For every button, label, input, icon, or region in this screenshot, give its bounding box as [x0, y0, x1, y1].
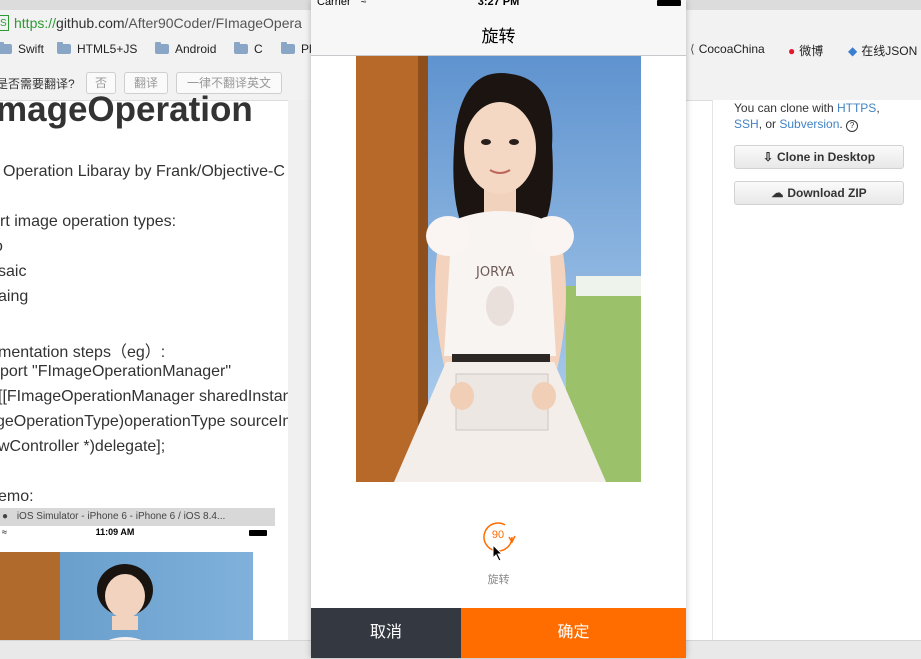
nav-title: 旋转 — [481, 27, 516, 46]
ios-navigation-bar: 旋转 — [311, 12, 686, 56]
url-host: github.com — [56, 15, 125, 31]
cloud-download-icon: ☁ — [771, 186, 784, 200]
readme-line: o — [0, 238, 3, 256]
readme-line: emo: — [0, 488, 34, 505]
url-text[interactable]: https://github.com/After90Coder/FImageOp… — [14, 15, 302, 31]
battery-icon — [657, 0, 681, 6]
folder-icon — [0, 42, 12, 54]
folder-icon — [234, 42, 248, 54]
girl-portrait-illustration: JORYA — [356, 56, 641, 482]
folder-icon — [155, 42, 169, 54]
cocoachina-icon: ⟨ — [690, 42, 695, 56]
clone-in-desktop-button[interactable]: ⇩ Clone in Desktop — [734, 145, 904, 169]
ios-simulator-screen: Carrier ≈ 3:27 PM 旋转 JORYA 90 旋转 取消 确定 — [311, 0, 686, 658]
status-time: 3:27 PM — [477, 0, 520, 8]
cancel-button[interactable]: 取消 — [311, 608, 461, 658]
mini-girl-illustration — [88, 564, 162, 652]
bookmark-weibo[interactable]: ● 微博 — [788, 42, 823, 59]
rotate-angle-value: 90 — [491, 529, 505, 541]
bookmark-swift[interactable]: Swift — [0, 42, 44, 56]
edited-photo: JORYA — [356, 56, 641, 482]
rotate-label: 旋转 — [487, 574, 510, 586]
mini-sim-status-bar: ≈ 11:09 AM — [0, 526, 275, 540]
subversion-link[interactable]: Subversion — [779, 117, 839, 131]
clone-url-hint: You can clone with HTTPS, SSH, or Subvers… — [734, 101, 880, 132]
readme-line: rt image operation types: — [0, 213, 177, 230]
url-path: /After90Coder/FImageOpera — [124, 15, 302, 31]
readme-title: mageOperation — [0, 90, 253, 129]
readme-demo-screenshot: ● iOS Simulator - iPhone 6 - iPhone 6 / … — [0, 508, 275, 658]
bookmark-pl[interactable]: Pl — [281, 42, 312, 56]
secure-lock-icon: S — [0, 15, 9, 31]
bookmark-c[interactable]: C — [234, 42, 263, 56]
bookmark-html5[interactable]: HTML5+JS — [57, 42, 137, 56]
readme-line: geOperationType)operationType sourceImag — [0, 413, 314, 430]
readme-line: port "FImageOperationManager" — [0, 363, 232, 380]
readme-line: aing — [0, 288, 29, 305]
repo-sidebar: You can clone with HTTPS, SSH, or Subvers… — [712, 100, 921, 658]
mini-sim-titlebar: ● iOS Simulator - iPhone 6 - iPhone 6 / … — [0, 508, 275, 527]
mini-sim-title: iOS Simulator - iPhone 6 - iPhone 6 / iO… — [16, 511, 226, 522]
page-gutter — [288, 100, 311, 658]
readme-line: wController *)delegate]; — [0, 438, 166, 455]
desktop-download-icon: ⇩ — [762, 150, 774, 164]
shirt-print-text: JORYA — [475, 265, 514, 280]
json-icon: ◆ — [848, 44, 858, 58]
ssh-link[interactable]: SSH — [734, 117, 759, 131]
weibo-icon: ● — [788, 44, 796, 58]
mini-sim-time: 11:09 AM — [95, 527, 135, 537]
bookmark-android[interactable]: Android — [155, 42, 216, 56]
https-link[interactable]: HTTPS — [837, 101, 876, 115]
folder-icon — [57, 42, 71, 54]
confirm-button[interactable]: 确定 — [461, 608, 686, 658]
mini-sim-dots-icon: ● — [2, 511, 9, 522]
readme-line: saic — [0, 263, 27, 280]
ios-status-bar: Carrier ≈ 3:27 PM — [311, 0, 686, 12]
readme-line: Operation Libaray by Frank/Objective-C — [3, 163, 285, 180]
readme-line: mentation steps（eg）: — [0, 344, 166, 361]
folder-icon — [281, 42, 295, 54]
readme-line: [[FImageOperationManager sharedInstance — [0, 388, 309, 405]
mouse-cursor-icon — [492, 543, 504, 567]
help-icon[interactable]: ? — [846, 120, 859, 132]
mini-demo-photo — [0, 552, 253, 652]
bookmark-json[interactable]: ◆ 在线JSON — [848, 42, 917, 59]
battery-icon — [249, 530, 267, 536]
bookmark-cocoachina[interactable]: ⟨ CocoaChina — [690, 42, 765, 56]
url-scheme: https:// — [14, 15, 57, 31]
download-zip-button[interactable]: ☁ Download ZIP — [734, 181, 904, 205]
